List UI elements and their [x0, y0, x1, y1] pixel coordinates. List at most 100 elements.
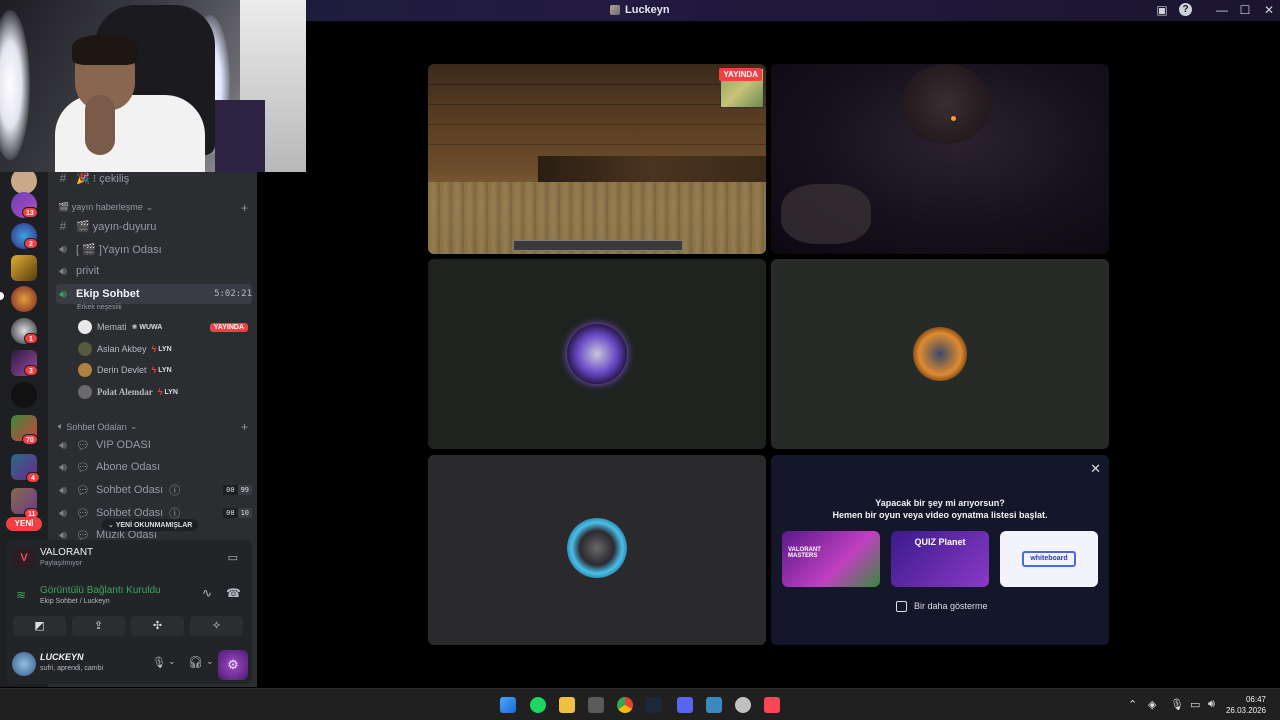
close-button[interactable]: ✕	[1262, 3, 1276, 17]
activity-card-quiz[interactable]: QUIZ Planet	[891, 531, 989, 587]
username: LUCKEYN	[40, 652, 84, 662]
headphones-icon[interactable]: 🎧︎	[188, 655, 203, 669]
category-header[interactable]: 🎬 yayın haberleşme ⌄ +	[58, 201, 248, 215]
voice-channel[interactable]: 🔊︎ 💬︎ Abone Odası	[56, 457, 252, 477]
activities-button[interactable]: ✣	[131, 616, 184, 636]
steam-icon[interactable]	[646, 697, 662, 713]
light-dot	[951, 116, 956, 121]
voice-channel[interactable]: 🔊︎ privit	[56, 261, 252, 281]
settings-gear-icon[interactable]: ⚙	[218, 650, 248, 680]
voice-user[interactable]: Polat Alemdar ϟ LYN	[78, 383, 248, 401]
chrome-icon[interactable]	[617, 697, 633, 713]
add-channel-icon[interactable]: +	[241, 420, 248, 434]
server-icon[interactable]	[11, 255, 37, 281]
participant-tile[interactable]	[428, 455, 766, 645]
voice-user[interactable]: Aslan Akbey ϟ LYN	[78, 340, 248, 358]
unread-badge: 4	[26, 472, 40, 483]
voice-channel[interactable]: 🔊︎[ 🎬 ]Yayın Odası	[56, 239, 252, 259]
app-icon[interactable]	[735, 697, 751, 713]
connection-location: Ekip Sohbet / Luckeyn	[40, 598, 110, 605]
dont-show-checkbox[interactable]	[896, 601, 907, 612]
valorant-icon[interactable]	[764, 697, 780, 713]
window-title: Luckeyn	[610, 4, 670, 16]
speaker-icon: 🔊︎	[59, 241, 67, 256]
camera-button[interactable]: ◩	[13, 616, 66, 636]
voice-user[interactable]: Memati ❀ WUWA YAYINDA	[78, 318, 248, 336]
clock-date: 26.03.2026	[1225, 706, 1266, 715]
unread-badge: 70	[22, 434, 38, 445]
screen-share-button[interactable]: ⇪	[72, 616, 125, 636]
spotify-icon[interactable]	[530, 697, 546, 713]
file-explorer-icon[interactable]	[559, 697, 575, 713]
signal-icon: ≋	[16, 588, 27, 602]
avatar[interactable]	[12, 652, 36, 676]
taskbar: ⌃ ◈ 🎙︎ ▭ 🔊︎ 06:47 26.03.2026	[0, 688, 1280, 720]
system-clock[interactable]: 06:47 26.03.2026	[1226, 694, 1266, 716]
avatar	[78, 385, 92, 399]
microphone-icon[interactable]: 🎙︎	[1170, 698, 1184, 711]
activity-card-whiteboard[interactable]: whiteboard	[1000, 531, 1098, 587]
activity-suggestion-tile: ✕ Yapacak bir şey mi arıyorsun? Hemen bi…	[771, 455, 1109, 645]
volume-icon[interactable]: 🔊︎	[1208, 698, 1215, 711]
channel-status: Erkek neşesiiii	[77, 304, 122, 311]
clan-tag: ϟ LYN	[151, 344, 172, 354]
voice-channel[interactable]: 🔊︎ 💬︎ VIP ODASI	[56, 435, 252, 455]
bolt-icon: ϟ	[151, 344, 157, 354]
voice-user[interactable]: Derin Devlet ϟ LYN	[78, 361, 248, 379]
streamer-shirt	[55, 95, 205, 172]
voice-channel[interactable]: 🔊︎ 💬︎ Sohbet Odası ⓘ 00 99	[56, 480, 252, 500]
avatar	[78, 342, 92, 356]
avatar	[567, 324, 627, 384]
unread-badge: 1	[24, 333, 38, 344]
webcam-stream-tile[interactable]	[771, 64, 1109, 254]
activity-card-valorant[interactable]: VALORANT MASTERS	[782, 531, 880, 587]
chevron-down-icon[interactable]: ⌄	[206, 656, 214, 667]
close-icon[interactable]: ✕	[1090, 461, 1101, 477]
new-messages-pill[interactable]: YENİ	[6, 517, 42, 531]
category-header[interactable]: 🔈︎ Sohbet Odaları ⌄ +	[58, 420, 248, 434]
microphone-icon[interactable]: 🎙︎	[152, 656, 166, 669]
server-icon[interactable]	[11, 382, 37, 408]
live-badge: YAYINDA	[719, 68, 762, 81]
minecraft-stream-tile[interactable]: YAYINDA	[428, 64, 766, 254]
inbox-icon[interactable]: ▣	[1155, 3, 1169, 17]
connection-status: Görüntülü Bağlantı Kuruldu	[40, 585, 161, 596]
steam-tray-icon[interactable]: ◈	[1148, 698, 1156, 711]
maximize-button[interactable]: ☐	[1238, 3, 1252, 17]
plank-line	[428, 144, 766, 145]
participant-tile[interactable]	[428, 259, 766, 449]
help-icon[interactable]: ?	[1179, 3, 1192, 16]
active-voice-channel[interactable]: 🔊︎ Ekip Sohbet 5:02:21	[56, 284, 252, 304]
discord-icon[interactable]	[677, 697, 693, 713]
chevron-up-icon[interactable]: ⌃	[1128, 698, 1137, 711]
disconnect-icon[interactable]: ☎	[226, 586, 241, 600]
unread-badge: 13	[22, 207, 38, 218]
text-channel[interactable]: # 🎬 yayın-duyuru	[56, 216, 252, 236]
chevron-down-icon: ⌄	[129, 421, 138, 431]
card-label: whiteboard	[1022, 551, 1076, 567]
text-channel[interactable]: # 🎉 ⁝ çekiliş	[56, 172, 252, 188]
speaker-icon: 🔊︎	[59, 459, 67, 474]
bolt-icon: ϟ	[157, 387, 163, 397]
avatar	[78, 320, 92, 334]
tag-icon: ❀	[131, 324, 138, 331]
network-icon[interactable]: ▭	[1190, 698, 1200, 711]
server-icon[interactable]	[11, 286, 37, 312]
avatar	[913, 327, 967, 381]
screen-share-icon[interactable]: ▭	[228, 551, 238, 564]
webcam-overlay	[0, 0, 306, 172]
soundboard-button[interactable]: ✧	[190, 616, 243, 636]
unread-messages-pill[interactable]: ⌄ YENİ OKUNMAMIŞLAR	[102, 519, 199, 531]
chevron-down-icon[interactable]: ⌄	[168, 656, 176, 667]
start-icon[interactable]	[500, 697, 516, 713]
noise-suppression-icon[interactable]: ∿	[202, 586, 212, 600]
add-channel-icon[interactable]: +	[241, 201, 248, 215]
app-icon[interactable]	[706, 697, 722, 713]
participant-tile[interactable]	[771, 259, 1109, 449]
dont-show-label: Bir daha gösterme	[914, 601, 988, 611]
store-icon[interactable]	[588, 697, 604, 713]
avatar	[567, 518, 627, 578]
live-badge: YAYINDA	[209, 322, 248, 332]
minimize-button[interactable]: —	[1215, 3, 1229, 17]
clan-tag: ϟ LYN	[157, 387, 178, 397]
